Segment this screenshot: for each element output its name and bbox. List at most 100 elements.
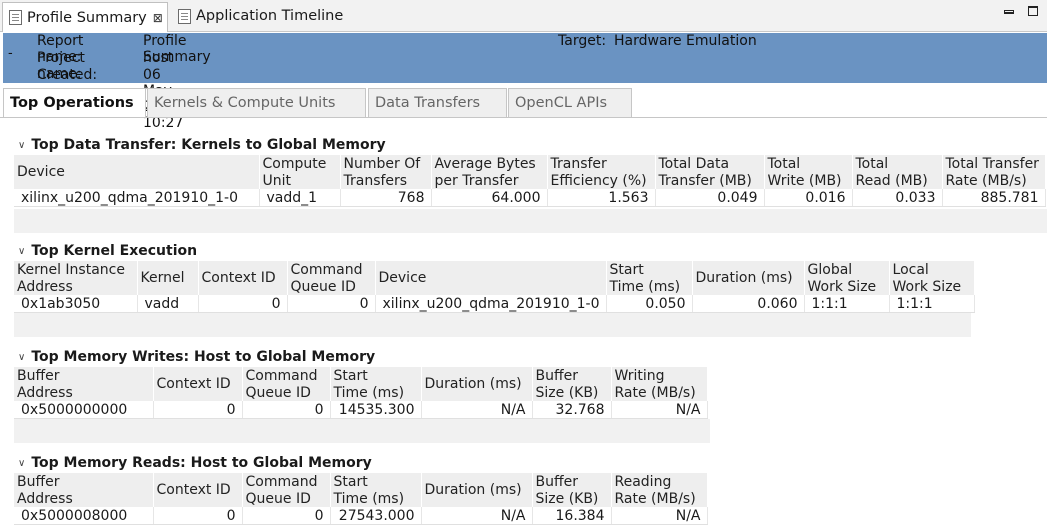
- column-header[interactable]: Buffer Address: [14, 473, 154, 507]
- table-cell: 0.033: [852, 189, 943, 207]
- created-label: Created:: [37, 67, 98, 83]
- table-cell: 0x5000008000: [14, 507, 154, 525]
- table-row[interactable]: 0x5000008000 0 0 27543.000 N/A 16.384 N/…: [14, 507, 708, 525]
- tab-application-timeline[interactable]: Application Timeline: [172, 2, 343, 30]
- chevron-down-icon: ∨: [18, 351, 26, 363]
- column-header[interactable]: Total Write (MB): [764, 155, 853, 189]
- table-cell: 0: [287, 295, 376, 313]
- tab-application-timeline-label: Application Timeline: [196, 8, 344, 24]
- table-cell: vadd: [137, 295, 199, 313]
- memory-reads-table: Buffer Address Context ID Command Queue …: [14, 473, 708, 525]
- memory-writes-table: Buffer Address Context ID Command Queue …: [14, 367, 708, 419]
- column-header[interactable]: Global Work Size: [804, 261, 890, 295]
- table-cell: 1:1:1: [889, 295, 975, 313]
- column-header[interactable]: Total Transfer Rate (MB/s): [942, 155, 1046, 189]
- table-cell: 0x5000000000: [14, 401, 154, 419]
- data-transfer-table: Device Compute Unit Number Of Transfers …: [14, 155, 1046, 207]
- table-cell: 0: [242, 401, 331, 419]
- tab-data-transfers[interactable]: Data Transfers: [368, 88, 507, 117]
- column-header[interactable]: Context ID: [153, 367, 243, 401]
- kernel-execution-table: Kernel Instance Address Kernel Context I…: [14, 261, 975, 313]
- table-cell: vadd_1: [259, 189, 341, 207]
- table-cell: N/A: [421, 401, 533, 419]
- section-header-data-transfer[interactable]: ∨ Top Data Transfer: Kernels to Global M…: [18, 137, 386, 153]
- column-header[interactable]: Local Work Size: [889, 261, 975, 295]
- table-row[interactable]: 0x1ab3050 vadd 0 0 xilinx_u200_qdma_2019…: [14, 295, 975, 313]
- table-cell: 885.781: [942, 189, 1046, 207]
- column-header[interactable]: Duration (ms): [421, 367, 533, 401]
- column-header[interactable]: Device: [375, 261, 607, 295]
- report-header: - Report name: Profile Summary Project n…: [3, 33, 1047, 131]
- table-cell: 0.049: [655, 189, 765, 207]
- target-value: Hardware Emulation: [614, 33, 757, 49]
- chevron-down-icon: ∨: [18, 457, 26, 469]
- column-header[interactable]: Average Bytes per Transfer: [431, 155, 548, 189]
- table-cell: 0: [153, 507, 243, 525]
- column-header[interactable]: Buffer Size (KB): [532, 473, 612, 507]
- editor-tab-strip: Profile Summary ⊠ Application Timeline: [0, 0, 1047, 32]
- table-cell: 0: [198, 295, 288, 313]
- table-row[interactable]: xilinx_u200_qdma_201910_1-0 vadd_1 768 6…: [14, 189, 1046, 207]
- column-header[interactable]: Duration (ms): [421, 473, 533, 507]
- table-cell: 64.000: [431, 189, 548, 207]
- column-header[interactable]: Context ID: [153, 473, 243, 507]
- column-header[interactable]: Command Queue ID: [242, 367, 331, 401]
- tab-kernels-compute-units[interactable]: Kernels & Compute Units: [147, 88, 366, 117]
- column-header[interactable]: Total Data Transfer (MB): [655, 155, 765, 189]
- table-cell: xilinx_u200_qdma_201910_1-0: [14, 189, 260, 207]
- column-header[interactable]: Number Of Transfers: [340, 155, 432, 189]
- report-tab-strip: Top Operations Kernels & Compute Units D…: [0, 88, 1047, 118]
- chevron-down-icon: ∨: [18, 245, 26, 257]
- section-title-memory-writes: Top Memory Writes: Host to Global Memory: [31, 349, 376, 365]
- column-header[interactable]: Buffer Size (KB): [532, 367, 612, 401]
- table-cell: 0.050: [606, 295, 693, 313]
- column-header[interactable]: Duration (ms): [692, 261, 805, 295]
- table-cell: 0: [153, 401, 243, 419]
- table-cell: N/A: [421, 507, 533, 525]
- section-header-memory-writes[interactable]: ∨ Top Memory Writes: Host to Global Memo…: [18, 349, 375, 365]
- tab-opencl-apis[interactable]: OpenCL APIs: [508, 88, 632, 117]
- table-cell: 1.563: [547, 189, 656, 207]
- table-cell: N/A: [611, 507, 708, 525]
- table-cell: 0.016: [764, 189, 853, 207]
- column-header[interactable]: Kernel: [137, 261, 199, 295]
- table-spacer: [14, 313, 971, 337]
- column-header[interactable]: Total Read (MB): [852, 155, 943, 189]
- table-cell: 32.768: [532, 401, 612, 419]
- table-cell: 0.060: [692, 295, 805, 313]
- section-header-memory-reads[interactable]: ∨ Top Memory Reads: Host to Global Memor…: [18, 455, 372, 471]
- table-cell: 0x1ab3050: [14, 295, 138, 313]
- column-header[interactable]: Start Time (ms): [606, 261, 693, 295]
- table-cell: 1:1:1: [804, 295, 890, 313]
- column-header[interactable]: Start Time (ms): [330, 473, 422, 507]
- tab-top-operations[interactable]: Top Operations: [3, 88, 146, 118]
- column-header[interactable]: Transfer Efficiency (%): [547, 155, 656, 189]
- close-icon[interactable]: ⊠: [153, 11, 163, 25]
- table-cell: 768: [340, 189, 432, 207]
- column-header[interactable]: Command Queue ID: [287, 261, 376, 295]
- timeline-icon: [178, 8, 191, 24]
- minimize-icon[interactable]: [1004, 10, 1014, 14]
- column-header[interactable]: Start Time (ms): [330, 367, 422, 401]
- column-header[interactable]: Reading Rate (MB/s): [611, 473, 708, 507]
- section-title-memory-reads: Top Memory Reads: Host to Global Memory: [31, 455, 372, 471]
- table-cell: 27543.000: [330, 507, 422, 525]
- table-cell: 14535.300: [330, 401, 422, 419]
- column-header[interactable]: Device: [14, 155, 260, 189]
- maximize-icon[interactable]: [1028, 6, 1038, 16]
- column-header[interactable]: Compute Unit: [259, 155, 341, 189]
- table-cell: 0: [242, 507, 331, 525]
- table-row[interactable]: 0x5000000000 0 0 14535.300 N/A 32.768 N/…: [14, 401, 708, 419]
- section-title-kernel-execution: Top Kernel Execution: [31, 243, 198, 259]
- section-header-kernel-execution[interactable]: ∨ Top Kernel Execution: [18, 243, 197, 259]
- target-row: Target: Hardware Emulation: [558, 33, 757, 49]
- column-header[interactable]: Buffer Address: [14, 367, 154, 401]
- column-header[interactable]: Writing Rate (MB/s): [611, 367, 708, 401]
- tab-profile-summary[interactable]: Profile Summary ⊠: [2, 2, 168, 32]
- column-header[interactable]: Context ID: [198, 261, 288, 295]
- column-header[interactable]: Kernel Instance Address: [14, 261, 138, 295]
- profile-summary-icon: [9, 10, 22, 25]
- column-header[interactable]: Command Queue ID: [242, 473, 331, 507]
- collapse-toggle[interactable]: -: [8, 46, 13, 61]
- target-label: Target:: [558, 33, 607, 49]
